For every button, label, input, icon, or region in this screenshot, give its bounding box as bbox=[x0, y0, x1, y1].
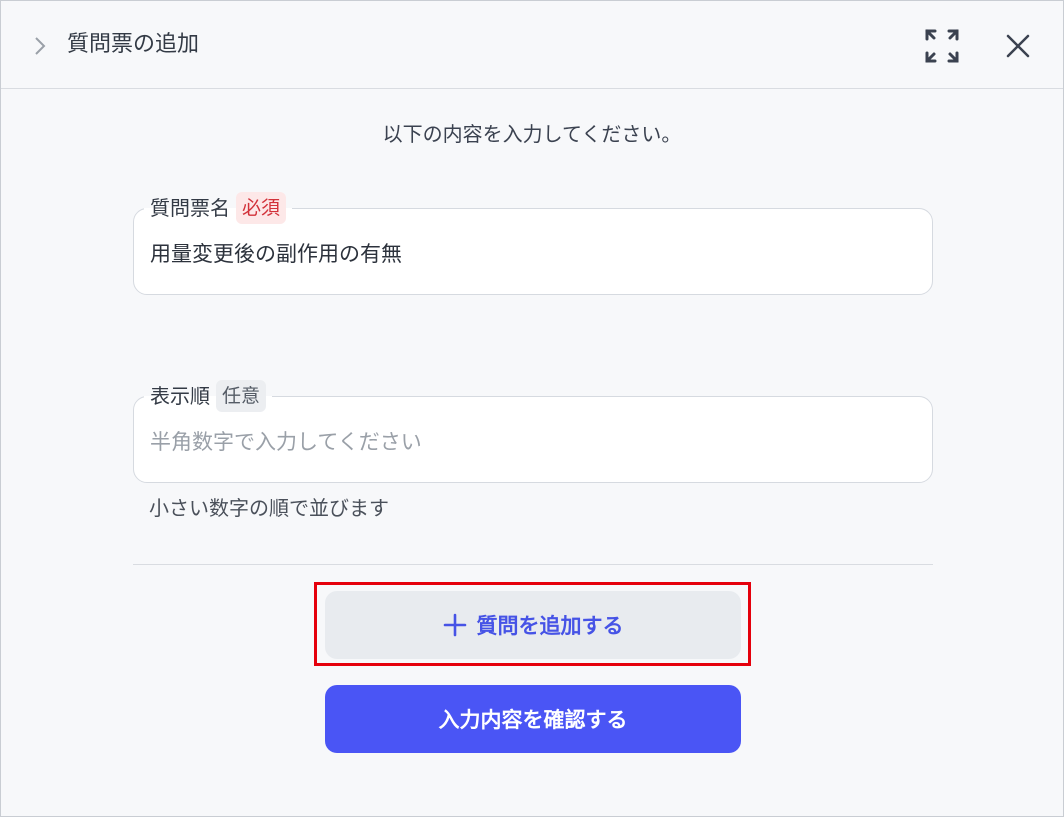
add-question-button[interactable]: 質問を追加する bbox=[325, 591, 741, 659]
required-badge: 必須 bbox=[236, 192, 287, 224]
field-label-group: 表示順 任意 bbox=[144, 380, 273, 412]
questionnaire-name-value[interactable]: 用量変更後の副作用の有無 bbox=[150, 238, 402, 270]
display-order-field[interactable]: 表示順 任意 bbox=[133, 380, 933, 483]
chevron-right-icon[interactable] bbox=[30, 34, 50, 58]
instruction-text: 以下の内容を入力してください。 bbox=[382, 122, 682, 146]
divider bbox=[133, 564, 933, 565]
questionnaire-name-label: 質問票名 bbox=[150, 196, 230, 220]
add-question-label: 質問を追加する bbox=[476, 614, 624, 638]
close-icon[interactable] bbox=[1001, 29, 1035, 63]
add-questionnaire-dialog: 質問票の追加 以下の内容を入力してください。 質問票名 必須 用量変更後の副作用… bbox=[0, 0, 1064, 817]
display-order-helper: 小さい数字の順で並びます bbox=[149, 496, 389, 520]
dialog-title: 質問票の追加 bbox=[67, 32, 200, 57]
confirm-input-button[interactable]: 入力内容を確認する bbox=[325, 685, 741, 753]
expand-icon[interactable] bbox=[923, 27, 961, 65]
field-label-group: 質問票名 必須 bbox=[144, 192, 293, 224]
plus-icon bbox=[443, 613, 467, 637]
display-order-input[interactable] bbox=[150, 425, 910, 459]
confirm-input-label: 入力内容を確認する bbox=[438, 708, 628, 732]
display-order-label: 表示順 bbox=[150, 384, 210, 408]
questionnaire-name-field[interactable]: 質問票名 必須 用量変更後の副作用の有無 bbox=[133, 192, 933, 295]
dialog-header: 質問票の追加 bbox=[1, 1, 1063, 89]
optional-badge: 任意 bbox=[216, 380, 267, 412]
